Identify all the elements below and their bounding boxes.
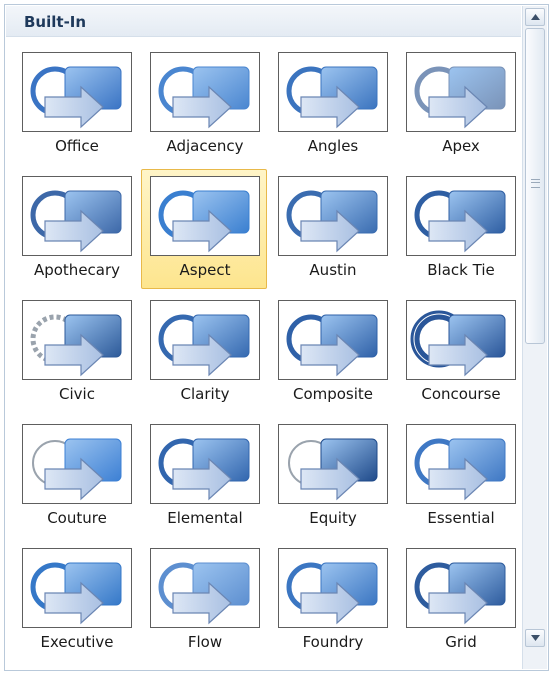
resize-grip[interactable] (523, 649, 547, 669)
theme-label: Concourse (421, 385, 501, 403)
theme-tile-austin[interactable]: Austin (269, 169, 395, 289)
theme-label: Adjacency (166, 137, 244, 155)
gallery-section-header: Built-In (6, 6, 521, 37)
theme-label: Austin (309, 261, 357, 279)
vertical-scrollbar[interactable] (522, 6, 547, 669)
theme-tile-equity[interactable]: Equity (269, 417, 395, 537)
theme-label: Aspect (179, 261, 231, 279)
theme-preview-icon (150, 52, 260, 132)
theme-preview-icon (150, 300, 260, 380)
theme-preview-icon (150, 176, 260, 256)
theme-tile-concourse[interactable]: Concourse (397, 293, 523, 413)
theme-label: Equity (309, 509, 357, 527)
theme-tile-office[interactable]: Office (13, 45, 139, 165)
theme-label: Composite (292, 385, 374, 403)
theme-label: Apex (442, 137, 480, 155)
theme-preview-icon (150, 548, 260, 628)
theme-preview-icon (406, 548, 516, 628)
theme-label: Clarity (180, 385, 230, 403)
theme-tile-clarity[interactable]: Clarity (141, 293, 267, 413)
theme-preview-icon (278, 424, 388, 504)
theme-label: Apothecary (33, 261, 121, 279)
scrollbar-thumb[interactable] (525, 28, 545, 344)
theme-tile-black-tie[interactable]: Black Tie (397, 169, 523, 289)
theme-label: Angles (307, 137, 359, 155)
theme-label: Civic (59, 385, 95, 403)
theme-preview-icon (22, 300, 132, 380)
theme-tile-elemental[interactable]: Elemental (141, 417, 267, 537)
theme-label: Grid (445, 633, 477, 651)
theme-tile-apothecary[interactable]: Apothecary (13, 169, 139, 289)
scroll-down-button[interactable] (525, 629, 545, 647)
theme-tile-apex[interactable]: Apex (397, 45, 523, 165)
theme-preview-icon (406, 176, 516, 256)
theme-preview-icon (278, 548, 388, 628)
theme-label: Flow (187, 633, 223, 651)
theme-tile-essential[interactable]: Essential (397, 417, 523, 537)
theme-tile-executive[interactable]: Executive (13, 541, 139, 661)
theme-tile-grid[interactable]: Grid (397, 541, 523, 661)
theme-label: Executive (40, 633, 114, 651)
theme-label: Foundry (302, 633, 364, 651)
theme-tile-foundry[interactable]: Foundry (269, 541, 395, 661)
theme-tile-adjacency[interactable]: Adjacency (141, 45, 267, 165)
section-title: Built-In (24, 13, 87, 31)
theme-preview-icon (278, 176, 388, 256)
theme-tile-flow[interactable]: Flow (141, 541, 267, 661)
theme-label: Elemental (167, 509, 243, 527)
scroll-down-arrow-icon (531, 635, 540, 641)
theme-tile-composite[interactable]: Composite (269, 293, 395, 413)
theme-label: Couture (47, 509, 107, 527)
theme-tile-civic[interactable]: Civic (13, 293, 139, 413)
theme-preview-icon (406, 300, 516, 380)
theme-tile-aspect[interactable]: Aspect (141, 169, 267, 289)
theme-preview-icon (406, 424, 516, 504)
theme-label: Office (55, 137, 99, 155)
scroll-up-arrow-icon (531, 14, 540, 20)
theme-label: Black Tie (427, 261, 495, 279)
theme-preview-icon (278, 300, 388, 380)
theme-tile-couture[interactable]: Couture (13, 417, 139, 537)
theme-label: Essential (427, 509, 495, 527)
theme-gallery-panel: Built-In Office Adjacency Angles Apex Ap… (4, 4, 549, 671)
theme-preview-icon (22, 52, 132, 132)
scrollbar-grip-icon (531, 179, 540, 188)
theme-preview-icon (406, 52, 516, 132)
theme-preview-icon (278, 52, 388, 132)
theme-grid: Office Adjacency Angles Apex Apothecary … (13, 45, 523, 657)
theme-preview-icon (22, 424, 132, 504)
theme-preview-icon (22, 548, 132, 628)
scroll-up-button[interactable] (525, 8, 545, 26)
theme-tile-angles[interactable]: Angles (269, 45, 395, 165)
theme-preview-icon (22, 176, 132, 256)
theme-preview-icon (150, 424, 260, 504)
